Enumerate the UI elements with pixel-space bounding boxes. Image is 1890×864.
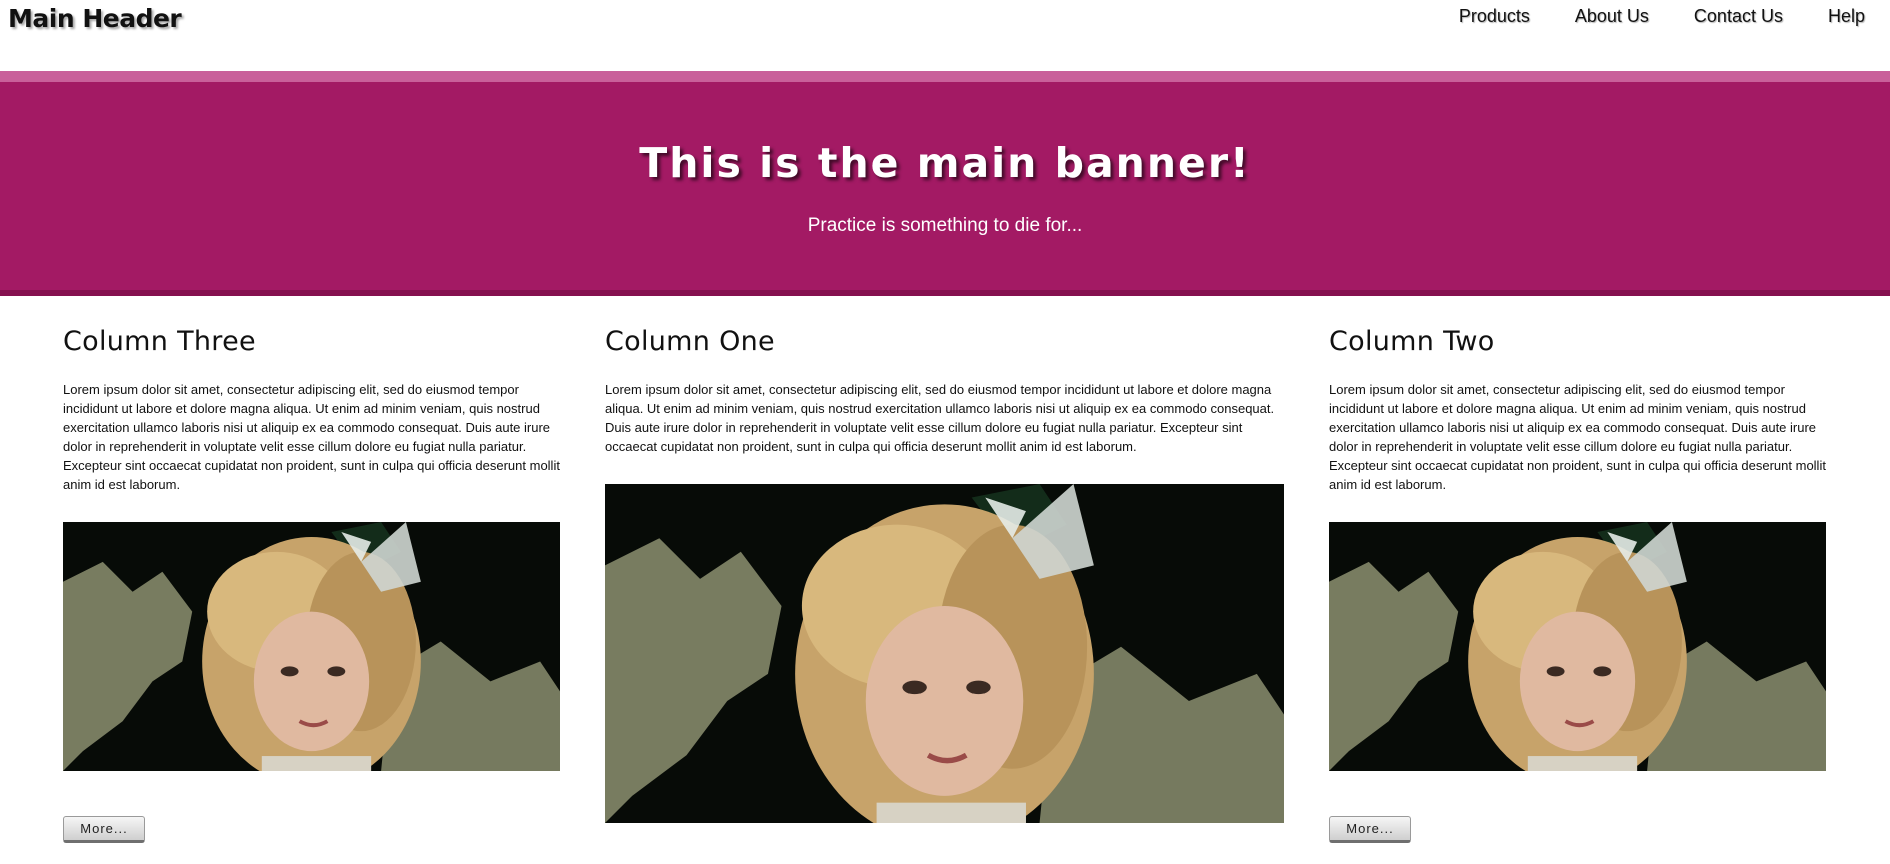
nav-link-products[interactable]: Products bbox=[1459, 6, 1530, 27]
column-heading: Column One bbox=[605, 326, 775, 357]
nav-link-help[interactable]: Help bbox=[1828, 6, 1865, 27]
nav-link-contact-us[interactable]: Contact Us bbox=[1694, 6, 1783, 27]
column-heading: Column Two bbox=[1329, 326, 1495, 357]
banner-top-stripe bbox=[0, 71, 1890, 82]
girl-portrait-image bbox=[63, 522, 560, 771]
girl-portrait-image bbox=[1329, 522, 1826, 771]
column-text: Lorem ipsum dolor sit amet, consectetur … bbox=[1329, 382, 1826, 492]
banner-bottom-stripe bbox=[0, 290, 1890, 296]
main-nav: Products About Us Contact Us Help bbox=[1459, 6, 1890, 27]
more-button[interactable]: More... bbox=[1329, 816, 1411, 843]
banner-subtitle: Practice is something to die for... bbox=[807, 215, 1083, 236]
more-button[interactable]: More... bbox=[63, 816, 145, 843]
girl-portrait-image bbox=[605, 484, 1284, 823]
column-text: Lorem ipsum dolor sit amet, consectetur … bbox=[605, 382, 1275, 454]
brand-title[interactable]: Main Header bbox=[8, 4, 182, 33]
column-photo bbox=[605, 484, 1284, 823]
site-header: Main Header Products About Us Contact Us… bbox=[0, 0, 1890, 71]
banner-title: This is the main banner! bbox=[639, 139, 1251, 187]
column-photo bbox=[63, 522, 560, 771]
main-banner: This is the main banner! Practice is som… bbox=[0, 82, 1890, 290]
nav-link-about-us[interactable]: About Us bbox=[1575, 6, 1649, 27]
column-text: Lorem ipsum dolor sit amet, consectetur … bbox=[63, 382, 560, 492]
column-heading: Column Three bbox=[63, 326, 256, 357]
column-photo bbox=[1329, 522, 1826, 771]
